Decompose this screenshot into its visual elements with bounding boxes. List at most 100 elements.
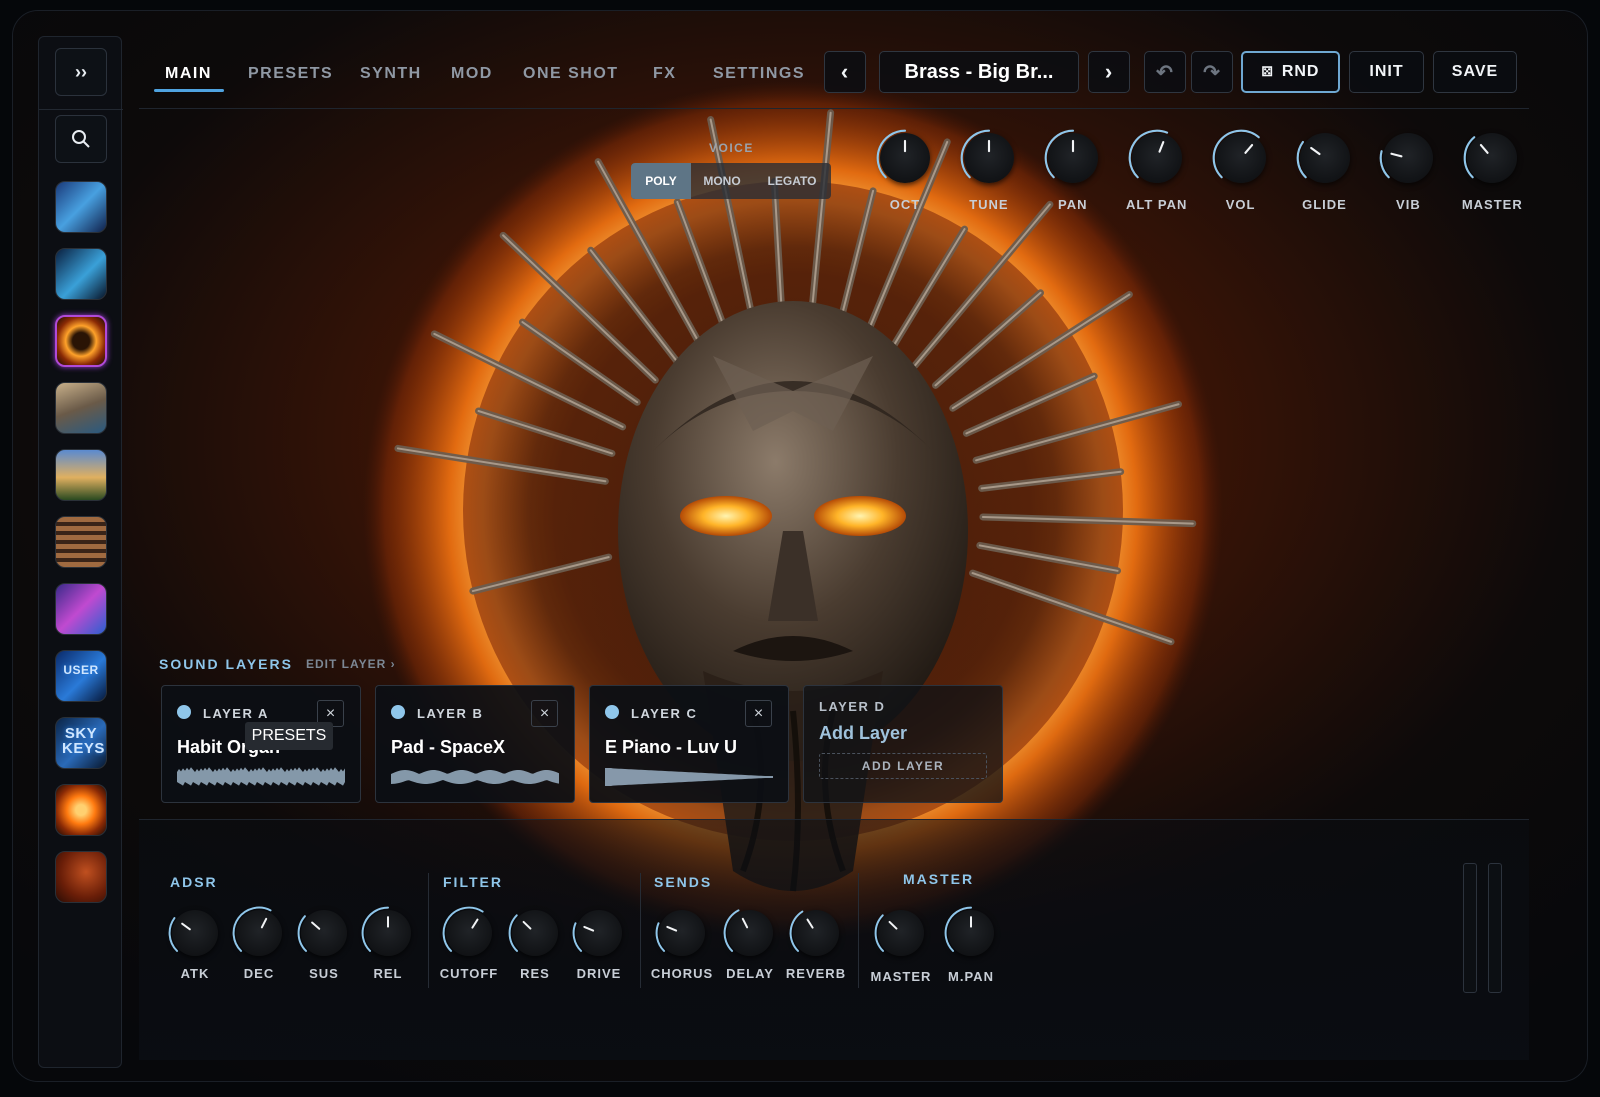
tab-synth[interactable]: SYNTH [360, 65, 422, 83]
randomize-button[interactable]: ⚄ RND [1241, 51, 1340, 93]
active-tab-indicator [154, 89, 224, 92]
oct-knob[interactable] [876, 129, 930, 183]
library-thumb-1[interactable] [55, 181, 107, 233]
filter-cutoff-knob[interactable] [442, 906, 492, 956]
layer-enable-toggle[interactable] [177, 705, 191, 719]
voice-mode-poly[interactable]: POLY [631, 163, 691, 199]
master-knob[interactable] [1463, 133, 1518, 183]
chevrons-right-icon: ›› [75, 61, 87, 82]
chevron-left-icon: ‹ [840, 59, 850, 84]
knob-dial [1380, 150, 1403, 179]
library-thumb-3[interactable] [55, 315, 107, 367]
master-m-pan-knob[interactable] [944, 906, 994, 956]
layer-card[interactable]: LAYER C × E Piano - Luv U [589, 685, 789, 803]
alt-pan-label: ALT PAN [1125, 197, 1188, 212]
vib-label: VIB [1396, 197, 1421, 212]
prev-preset-button[interactable]: ‹ [824, 51, 866, 93]
library-thumb-10[interactable] [55, 784, 107, 836]
filter-drive-knob[interactable] [572, 910, 622, 956]
tune-knob[interactable] [960, 129, 1014, 183]
redo-button[interactable]: ↷ [1191, 51, 1233, 93]
library-thumb-6[interactable] [55, 516, 107, 568]
sends-delay-knob[interactable] [723, 909, 773, 956]
library-thumb-4[interactable] [55, 382, 107, 434]
preset-name-display[interactable]: Brass - Big Br... [879, 51, 1079, 93]
vib-knob[interactable] [1380, 133, 1434, 183]
knob-dial [876, 129, 907, 179]
knob-dial [655, 922, 678, 952]
randomize-label: RND [1281, 63, 1320, 80]
adsr-rel-knob[interactable] [361, 906, 411, 956]
adsr-section-title: ADSR [170, 874, 218, 890]
remove-layer-button[interactable]: × [531, 700, 558, 727]
add-layer-title: Add Layer [819, 723, 908, 743]
adsr-rel-label: REL [373, 966, 403, 981]
add-layer-button[interactable]: ADD LAYER [819, 753, 987, 779]
layer-label: LAYER A [203, 706, 269, 721]
vol-knob[interactable] [1212, 129, 1266, 183]
adsr-sus-knob[interactable] [297, 910, 347, 956]
library-thumb-11[interactable] [55, 851, 107, 903]
plugin-window: ›› USER SKY KEYS MAIN PRESETS SYNTH MOD ONE S… [12, 10, 1588, 1082]
search-icon [72, 130, 90, 148]
layer-label: LAYER C [631, 706, 698, 721]
knob-dial [1463, 136, 1489, 179]
close-icon: × [325, 704, 336, 722]
sends-reverb-knob[interactable] [789, 910, 839, 956]
filter-section-title: FILTER [443, 874, 503, 890]
master-master-knob[interactable] [874, 910, 924, 956]
alt-pan-knob[interactable] [1128, 129, 1182, 183]
level-meter-right [1488, 863, 1502, 993]
undo-button[interactable]: ↶ [1144, 51, 1186, 93]
library-thumb-7[interactable] [55, 583, 107, 635]
knob-dial [1044, 129, 1074, 179]
pan-knob[interactable] [1044, 129, 1098, 183]
voice-mode-legato[interactable]: LEGATO [753, 163, 831, 199]
tab-mod[interactable]: MOD [451, 65, 493, 83]
dice-icon: ⚄ [1261, 64, 1274, 79]
tab-fx[interactable]: FX [653, 65, 676, 83]
tab-main[interactable]: MAIN [165, 65, 212, 83]
thumb-label: SKY KEYS [62, 725, 105, 757]
save-button[interactable]: SAVE [1433, 51, 1517, 93]
header-divider [139, 108, 1529, 109]
adsr-dec-knob[interactable] [232, 906, 282, 956]
next-preset-button[interactable]: › [1088, 51, 1130, 93]
library-thumb-user[interactable]: USER [55, 650, 107, 702]
tab-settings[interactable]: SETTINGS [713, 65, 805, 83]
library-sidebar: ›› USER SKY KEYS [38, 36, 123, 1068]
tune-label: TUNE [969, 197, 1009, 212]
glide-knob[interactable] [1296, 133, 1350, 183]
layer-label: LAYER D [819, 699, 886, 714]
redo-icon: ↷ [1203, 61, 1221, 84]
pan-label: PAN [1058, 197, 1088, 212]
edit-layer-link[interactable]: EDIT LAYER › [306, 657, 396, 671]
layer-enable-toggle[interactable] [391, 705, 405, 719]
adsr-atk-knob[interactable] [168, 910, 218, 956]
glide-label: GLIDE [1302, 197, 1347, 212]
search-button[interactable] [55, 115, 107, 163]
filter-res-knob[interactable] [508, 910, 558, 956]
remove-layer-button[interactable]: × [745, 700, 772, 727]
sends-chorus-knob[interactable] [655, 910, 705, 956]
tab-presets[interactable]: PRESETS [248, 65, 333, 83]
save-label: SAVE [1451, 63, 1499, 80]
library-thumb-sky-keys[interactable]: SKY KEYS [55, 717, 107, 769]
layer-enable-toggle[interactable] [605, 705, 619, 719]
voice-mode-selector: POLY MONO LEGATO [631, 163, 831, 199]
expand-sidebar-button[interactable]: ›› [55, 48, 107, 96]
tab-one-shot[interactable]: ONE SHOT [523, 65, 619, 83]
knob-dial [789, 910, 814, 952]
tooltip: PRESETS [245, 722, 333, 750]
voice-mode-mono[interactable]: MONO [691, 163, 753, 199]
layer-waveform [605, 768, 773, 786]
knob-dial [723, 909, 749, 952]
library-thumb-5[interactable] [55, 449, 107, 501]
layer-card[interactable]: LAYER B × Pad - SpaceX [375, 685, 575, 803]
layer-waveform [177, 767, 345, 786]
init-button[interactable]: INIT [1349, 51, 1424, 93]
library-thumb-2[interactable] [55, 248, 107, 300]
sends-reverb-label: REVERB [785, 966, 847, 981]
master-section-title: MASTER [903, 871, 975, 887]
knob-dial [1128, 129, 1168, 179]
